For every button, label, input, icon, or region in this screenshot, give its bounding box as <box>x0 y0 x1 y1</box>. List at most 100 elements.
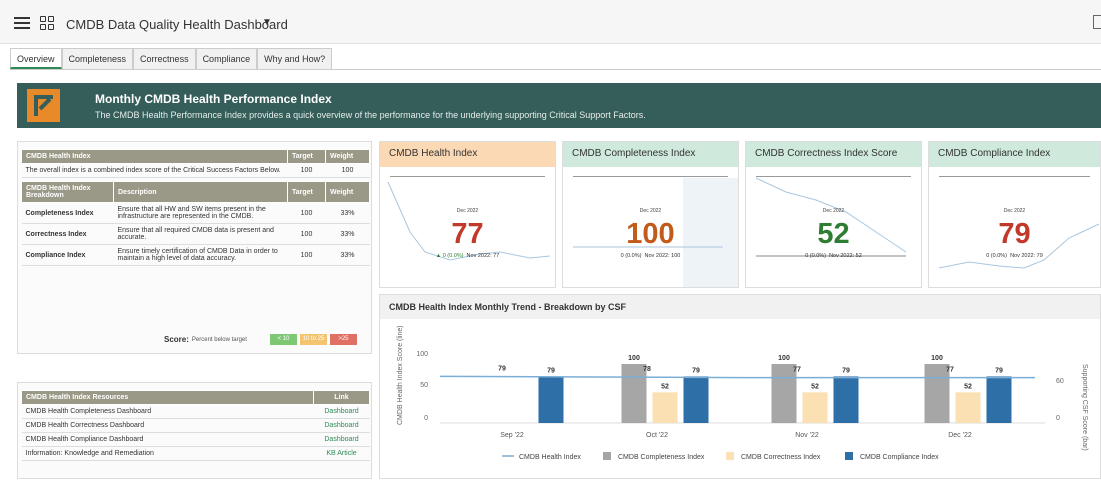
tab-bar: Overview Completeness Correctness Compli… <box>10 48 333 69</box>
legend-swatch <box>845 452 853 460</box>
legend-label: CMDB Correctness Index <box>741 454 821 461</box>
card-period: Dec 2022 <box>822 208 845 214</box>
bar-data-label: 79 <box>547 367 555 374</box>
bar-data-label: 79 <box>995 367 1003 374</box>
sparkline <box>387 181 551 261</box>
header-banner: Monthly CMDB Health Performance Index Th… <box>17 83 1101 128</box>
col-header-weight: Weight <box>325 181 370 203</box>
score-yellow-badge: 10 to 25 <box>299 334 327 345</box>
y2-tick-label: 60 <box>1056 378 1064 385</box>
legend-label: CMDB Completeness Index <box>618 454 705 461</box>
banner-title: Monthly CMDB Health Performance Index <box>95 92 332 106</box>
legend-swatch <box>603 452 611 460</box>
change-value: 0 (0.0%) <box>620 253 642 259</box>
menu-icon[interactable] <box>14 17 30 29</box>
sparkline <box>938 223 1100 269</box>
dashboard-grid-icon[interactable] <box>40 16 54 30</box>
bar-data-label: 100 <box>931 355 943 362</box>
tab-correctness[interactable]: Correctness <box>133 48 196 69</box>
bar-data-label: 79 <box>692 367 700 374</box>
score-green-badge: < 10 <box>269 334 297 345</box>
chart-title: CMDB Health Index Monthly Trend - Breakd… <box>380 295 1100 319</box>
logo-icon <box>27 89 60 122</box>
card-period: Dec 2022 <box>1003 208 1026 214</box>
tab-divider <box>10 69 1101 70</box>
resource-link[interactable]: Dashboard <box>313 432 370 447</box>
resource-link[interactable]: Dashboard <box>313 404 370 419</box>
sparkline <box>755 177 907 257</box>
legend-label: CMDB Compliance Index <box>860 454 939 461</box>
bar-cmdb-correctness-index <box>955 392 981 423</box>
y-tick-label: 50 <box>420 382 428 389</box>
row-weight: 33% <box>325 244 370 266</box>
tab-compliance[interactable]: Compliance <box>195 48 258 69</box>
row-target: 100 <box>287 223 326 245</box>
trend-chart-panel: CMDB Health Index Monthly Trend - Breakd… <box>379 294 1101 479</box>
compliance-index-card[interactable]: CMDB Compliance Index Dec 2022 79 0 (0.0… <box>928 141 1101 288</box>
banner-subtitle: The CMDB Health Performance Index provid… <box>95 110 646 120</box>
bar-cmdb-compliance-index <box>683 376 709 423</box>
resources-panel: CMDB Health Index Resources Link CMDB He… <box>17 382 372 479</box>
completeness-index-card[interactable]: CMDB Completeness Index Dec 2022 100 0 (… <box>562 141 739 288</box>
card-divider <box>390 176 545 177</box>
bar-data-label: 79 <box>842 367 850 374</box>
col-header-description: Description <box>113 181 288 203</box>
resource-link[interactable]: Dashboard <box>313 418 370 433</box>
resource-name: CMDB Health Compliance Dashboard <box>21 432 314 447</box>
col-header-breakdown: CMDB Health Index Breakdown <box>21 181 114 203</box>
index-definition-panel: CMDB Health Index Target Weight The over… <box>17 141 372 354</box>
x-tick-label: Oct '22 <box>646 432 668 439</box>
bar-data-label: 100 <box>628 355 640 362</box>
score-label: Score: <box>164 335 189 344</box>
tab-overview[interactable]: Overview <box>10 48 62 69</box>
card-period: Dec 2022 <box>639 208 662 214</box>
bar-data-label: 52 <box>661 383 669 390</box>
resource-link[interactable]: KB Article <box>313 446 370 461</box>
legend-swatch <box>726 452 734 460</box>
col-header-target: Target <box>287 181 326 203</box>
sparkline <box>573 178 738 287</box>
chevron-down-icon[interactable]: ▼ <box>262 17 272 28</box>
correctness-index-card[interactable]: CMDB Correctness Index Score Dec 2022 52… <box>745 141 922 288</box>
table-row: Compliance Index Ensure timely certifica… <box>21 244 370 266</box>
col-header-weight: Weight <box>325 149 370 164</box>
score-sublabel: Percent below target <box>191 336 247 343</box>
card-change: 0 (0.0%) Nov 2022: 52 <box>746 253 921 259</box>
previous-value: Nov 2022: 77 <box>466 253 500 259</box>
y-tick-label: 100 <box>416 351 428 358</box>
overall-weight: 100 <box>325 163 370 178</box>
top-bar: CMDB Data Quality Health Dashboard ▼ <box>0 0 1101 44</box>
row-name: Compliance Index <box>21 244 114 266</box>
bar-cmdb-compliance-index <box>986 376 1012 423</box>
x-tick-label: Sep '22 <box>500 432 524 439</box>
tab-why-and-how[interactable]: Why and How? <box>257 48 333 69</box>
health-index-card[interactable]: CMDB Health Index Dec 2022 77 ▲ 0 (0.0%)… <box>379 141 556 288</box>
trend-chart: 100 50 0 60 0 CMDB Health Index Score (line) S… <box>397 325 1088 461</box>
bar-data-label: 100 <box>778 355 790 362</box>
previous-value: Nov 2022: 52 <box>829 253 862 259</box>
change-value: ▲ 0 (0.0%) <box>435 253 464 259</box>
score-legend: Score: Percent below target < 10 10 to 2… <box>164 334 357 345</box>
table-row: Completeness Index Ensure that all HW an… <box>21 202 370 224</box>
card-value: 79 <box>998 218 1031 250</box>
x-tick-label: Nov '22 <box>795 432 819 439</box>
bar-cmdb-correctness-index <box>652 392 678 423</box>
table-row: CMDB Health Compliance Dashboard Dashboa… <box>21 432 370 447</box>
row-description: Ensure that all required CMDB data is pr… <box>113 223 288 245</box>
bar-data-label: 52 <box>811 383 819 390</box>
change-value: 0 (0.0%) <box>805 253 826 259</box>
row-description: Ensure that all HW and SW items present … <box>113 202 288 224</box>
card-value: 52 <box>817 218 850 250</box>
line-data-label: 79 <box>498 365 506 372</box>
card-change: 0 (0.0%) Nov 2022: 100 <box>563 253 738 259</box>
row-weight: 33% <box>325 223 370 245</box>
line-data-label: 77 <box>946 367 954 374</box>
col-header-link: Link <box>313 390 370 405</box>
tab-completeness[interactable]: Completeness <box>61 48 134 69</box>
row-description: Ensure timely certification of CMDB Data… <box>113 244 288 266</box>
share-icon[interactable] <box>1093 15 1101 29</box>
x-tick-label: Dec '22 <box>948 432 972 439</box>
bar-cmdb-correctness-index <box>802 392 828 423</box>
dashboard-title[interactable]: CMDB Data Quality Health Dashboard <box>66 17 288 32</box>
card-value: 100 <box>626 218 675 250</box>
